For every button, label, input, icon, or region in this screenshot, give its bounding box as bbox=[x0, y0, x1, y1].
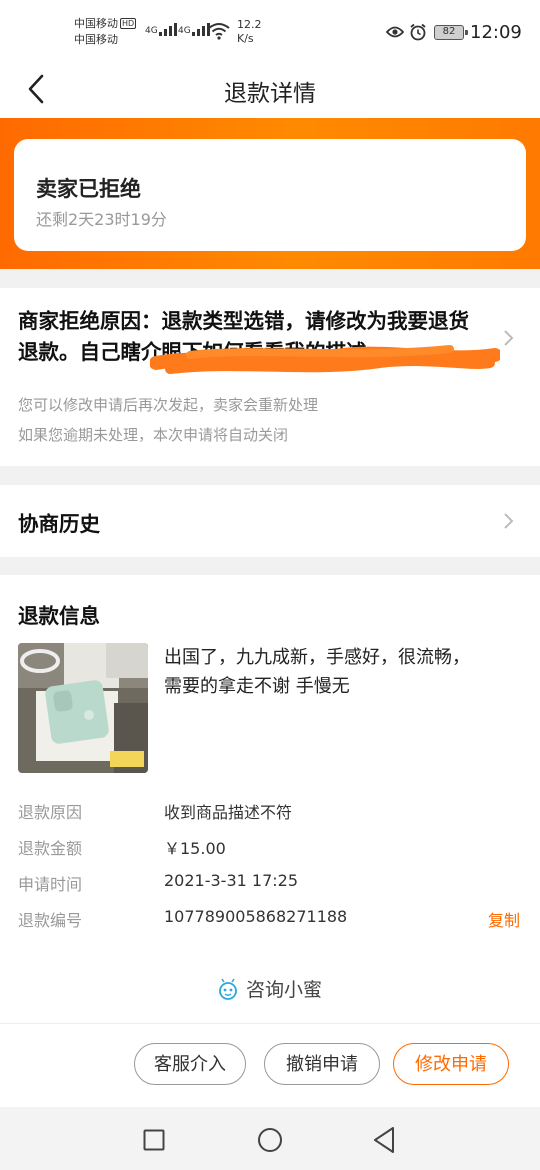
status-banner: 卖家已拒绝 还剩2天23时19分 bbox=[0, 118, 540, 269]
eye-icon bbox=[386, 26, 404, 38]
network-type-1: 4G bbox=[145, 26, 158, 36]
customer-service-button[interactable]: 客服介入 bbox=[134, 1043, 246, 1085]
signal-1-icon: 4G bbox=[145, 22, 177, 36]
bee-mascot-icon bbox=[219, 978, 237, 1000]
product-thumbnail[interactable] bbox=[18, 643, 148, 773]
copy-button[interactable]: 复制 bbox=[488, 907, 520, 931]
chevron-right-icon bbox=[504, 513, 514, 529]
reason-note-resubmit: 您可以修改申请后再次发起，卖家会重新处理 bbox=[18, 396, 319, 414]
negotiation-history-row[interactable]: 协商历史 bbox=[0, 485, 540, 557]
modify-request-button[interactable]: 修改申请 bbox=[393, 1043, 509, 1085]
home-icon[interactable] bbox=[257, 1127, 283, 1153]
refund-reason-row: 退款原因 收到商品描述不符 bbox=[18, 799, 528, 822]
refund-number-row: 退款编号 107789005868271188 复制 bbox=[18, 907, 528, 931]
apply-time-row: 申请时间 2021-3-31 17:25 bbox=[18, 871, 528, 894]
refund-info-title: 退款信息 bbox=[18, 604, 100, 628]
remaining-time: 还剩2天23时19分 bbox=[36, 210, 167, 229]
consult-link[interactable]: 咨询小蜜 bbox=[218, 975, 322, 1002]
refund-info-card: 退款信息 出国了，九九成新，手感好，很流畅，需要的拿走不谢 手慢无 退款原因 收… bbox=[0, 575, 540, 1023]
speed-value: 12.2 bbox=[237, 18, 262, 31]
product-description: 出国了，九九成新，手感好，很流畅，需要的拿走不谢 手慢无 bbox=[164, 647, 470, 697]
row-label: 申请时间 bbox=[18, 875, 83, 894]
carrier-1: 中国移动 bbox=[74, 17, 118, 30]
consult-label: 咨询小蜜 bbox=[245, 979, 322, 1001]
chevron-right-icon bbox=[504, 330, 514, 346]
network-type-2: 4G bbox=[178, 26, 191, 36]
battery-indicator: 82 bbox=[434, 25, 468, 40]
cancel-request-button[interactable]: 撤销申请 bbox=[264, 1043, 380, 1085]
row-value: ￥15.00 bbox=[164, 839, 226, 858]
carrier-info: 中国移动 HD 中国移动 bbox=[74, 16, 137, 48]
alarm-icon bbox=[410, 23, 426, 41]
history-title: 协商历史 bbox=[18, 512, 100, 536]
refund-status-title: 卖家已拒绝 bbox=[36, 177, 141, 201]
consult-assistant: 咨询小蜜 bbox=[0, 975, 540, 1009]
row-label: 退款金额 bbox=[18, 839, 83, 858]
refund-amount-row: 退款金额 ￥15.00 bbox=[18, 835, 528, 858]
network-speed: 12.2 K/s bbox=[237, 18, 262, 46]
redaction-scribble bbox=[150, 345, 500, 374]
action-bar: 客服介入 撤销申请 修改申请 bbox=[0, 1023, 540, 1107]
carrier-2: 中国移动 bbox=[74, 33, 118, 46]
row-label: 退款编号 bbox=[18, 911, 83, 930]
speed-unit: K/s bbox=[237, 32, 254, 45]
back-triangle-icon[interactable] bbox=[372, 1126, 396, 1154]
nav-bar: 退款详情 bbox=[0, 62, 540, 118]
signal-2-icon: 4G bbox=[178, 22, 210, 36]
status-card: 卖家已拒绝 还剩2天23时19分 bbox=[14, 139, 526, 251]
row-label: 退款原因 bbox=[18, 803, 83, 822]
row-value: 107789005868271188 bbox=[164, 907, 348, 926]
reason-note-expire: 如果您逾期未处理，本次申请将自动关闭 bbox=[18, 426, 289, 444]
system-navigation-bar bbox=[0, 1107, 540, 1170]
row-value: 2021-3-31 17:25 bbox=[164, 871, 298, 890]
recent-apps-icon[interactable] bbox=[143, 1129, 165, 1151]
status-time: 12:09 bbox=[470, 22, 522, 43]
rejection-reason-card[interactable]: 商家拒绝原因：退款类型选错，请修改为我要退货退款。自己瞎介眼下如何看看我的描述 … bbox=[0, 288, 540, 466]
hd-badge: HD bbox=[120, 18, 137, 29]
wifi-icon bbox=[208, 23, 230, 40]
page-title: 退款详情 bbox=[224, 81, 316, 107]
row-value: 收到商品描述不符 bbox=[164, 803, 293, 822]
status-bar: 中国移动 HD 中国移动 4G 4G 12.2 K/s 82 12:09 bbox=[0, 0, 540, 62]
